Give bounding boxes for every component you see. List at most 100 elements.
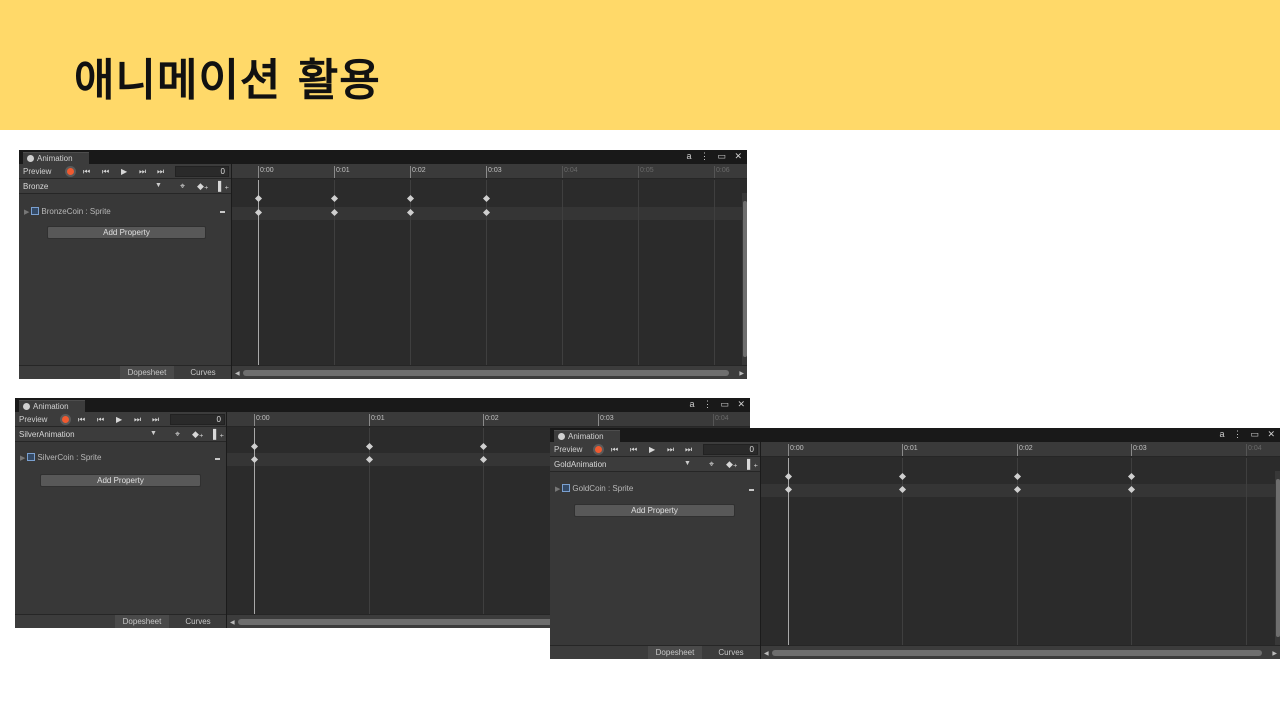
curves-tab[interactable]: Curves — [174, 615, 222, 628]
summary-keyframe[interactable] — [1127, 472, 1136, 481]
next-key-icon[interactable]: ⏭ — [134, 415, 141, 425]
tab-animation[interactable]: Animation — [19, 400, 85, 412]
prev-key-icon[interactable]: ⏮ — [630, 445, 637, 455]
dopesheet-tab[interactable]: Dopesheet — [120, 366, 174, 379]
time-ruler[interactable]: 0:00 0:01 0:02 0:03 0:04 — [227, 412, 750, 427]
record-button[interactable] — [60, 414, 71, 425]
time-ruler[interactable]: 0:00 0:01 0:02 0:03 0:04 — [761, 442, 1280, 457]
curves-tab[interactable]: Curves — [179, 366, 227, 379]
filter-icon[interactable]: ⌖ — [709, 459, 714, 470]
timeline-panel[interactable]: 0:00 0:01 0:02 0:03 0:04 ◀ ▶ — [761, 442, 1280, 659]
prev-key-icon[interactable]: ⏮ — [102, 167, 109, 177]
ruler-tick: 0:02 — [1017, 444, 1033, 456]
property-row[interactable]: ▶ GoldCoin : Sprite — [555, 484, 633, 493]
clock-icon — [558, 433, 565, 440]
add-event-icon[interactable]: ▌₊ — [218, 181, 229, 192]
first-key-icon[interactable]: ⏮ — [78, 415, 85, 425]
expand-icon[interactable]: ▶ — [555, 486, 560, 493]
scroll-right-icon[interactable]: ▶ — [739, 370, 744, 377]
time-ruler[interactable]: 0:00 0:01 0:02 0:03 0:04 0:05 0:06 — [232, 164, 747, 179]
last-key-icon[interactable]: ⏭ — [157, 167, 164, 177]
preview-button[interactable]: Preview — [19, 415, 47, 424]
tab-animation[interactable]: Animation — [554, 430, 620, 442]
property-row[interactable]: ▶ BronzeCoin : Sprite — [24, 207, 111, 216]
summary-keyframe[interactable] — [482, 194, 491, 203]
dopesheet-tab[interactable]: Dopesheet — [115, 615, 169, 628]
chevron-down-icon[interactable]: ▼ — [155, 182, 162, 189]
dopesheet-tab[interactable]: Dopesheet — [648, 646, 702, 659]
summary-keyframe[interactable] — [479, 442, 488, 451]
scroll-thumb[interactable] — [243, 370, 729, 376]
vertical-scrollbar[interactable] — [742, 193, 747, 365]
summary-keyframe[interactable] — [784, 472, 793, 481]
preview-button[interactable]: Preview — [554, 445, 582, 454]
property-row[interactable]: ▶ SilverCoin : Sprite — [20, 453, 101, 462]
scroll-thumb[interactable] — [1276, 479, 1280, 637]
timeline-panel[interactable]: 0:00 0:01 0:02 0:03 0:04 0:05 0:06 ◀ ▶ — [232, 164, 747, 379]
scroll-left-icon[interactable]: ◀ — [764, 650, 769, 657]
chevron-down-icon[interactable]: ▼ — [150, 430, 157, 437]
first-key-icon[interactable]: ⏮ — [83, 167, 90, 177]
curves-tab[interactable]: Curves — [707, 646, 755, 659]
horizontal-scrollbar[interactable]: ◀ ▶ — [761, 645, 1280, 659]
chevron-down-icon[interactable]: ▼ — [684, 460, 691, 467]
clip-selector[interactable]: GoldAnimation — [554, 460, 606, 469]
expand-icon[interactable]: ▶ — [24, 209, 29, 216]
remove-property-icon[interactable] — [220, 211, 225, 213]
add-keyframe-icon[interactable]: ◆₊ — [197, 181, 209, 192]
last-key-icon[interactable]: ⏭ — [152, 415, 159, 425]
grid-line — [562, 180, 563, 365]
filter-icon[interactable]: ⌖ — [175, 429, 180, 440]
scroll-thumb[interactable] — [743, 201, 747, 357]
next-key-icon[interactable]: ⏭ — [139, 167, 146, 177]
property-label: SilverCoin : Sprite — [37, 453, 102, 462]
frame-field[interactable]: 0 — [175, 166, 229, 177]
last-key-icon[interactable]: ⏭ — [685, 445, 692, 455]
add-property-button[interactable]: Add Property — [47, 226, 206, 239]
view-mode-bar: Dopesheet Curves — [550, 645, 760, 659]
add-event-icon[interactable]: ▌₊ — [747, 459, 758, 470]
remove-property-icon[interactable] — [749, 489, 754, 491]
add-event-icon[interactable]: ▌₊ — [213, 429, 224, 440]
clip-selector[interactable]: Bronze — [23, 182, 48, 191]
filter-icon[interactable]: ⌖ — [180, 181, 185, 192]
frame-field[interactable]: 0 — [703, 444, 758, 455]
expand-icon[interactable]: ▶ — [20, 455, 25, 462]
summary-keyframe[interactable] — [330, 194, 339, 203]
remove-property-icon[interactable] — [215, 458, 220, 460]
add-keyframe-icon[interactable]: ◆₊ — [192, 429, 204, 440]
vertical-scrollbar[interactable] — [1275, 471, 1280, 645]
window-controls[interactable]: a ⋮ ▭ ✕ — [686, 151, 745, 162]
record-button[interactable] — [593, 444, 604, 455]
add-keyframe-icon[interactable]: ◆₊ — [726, 459, 738, 470]
summary-keyframe[interactable] — [250, 442, 259, 451]
next-key-icon[interactable]: ⏭ — [667, 445, 674, 455]
animation-window-gold: Animation a ⋮ ▭ ✕ Preview ⏮ ⏮ ▶ ⏭ ⏭ 0 Go… — [550, 428, 1280, 659]
scroll-left-icon[interactable]: ◀ — [235, 370, 240, 377]
add-property-button[interactable]: Add Property — [574, 504, 735, 517]
tab-animation[interactable]: Animation — [23, 152, 89, 164]
window-controls[interactable]: a ⋮ ▭ ✕ — [1219, 429, 1278, 440]
tab-bar: Animation a ⋮ ▭ ✕ — [15, 398, 750, 412]
horizontal-scrollbar[interactable]: ◀ ▶ — [232, 365, 747, 379]
summary-keyframe[interactable] — [898, 472, 907, 481]
add-property-button[interactable]: Add Property — [40, 474, 201, 487]
play-icon[interactable]: ▶ — [116, 415, 122, 424]
first-key-icon[interactable]: ⏮ — [611, 445, 618, 455]
scroll-left-icon[interactable]: ◀ — [230, 619, 235, 626]
summary-keyframe[interactable] — [1013, 472, 1022, 481]
play-icon[interactable]: ▶ — [649, 445, 655, 454]
play-icon[interactable]: ▶ — [121, 167, 127, 176]
summary-keyframe[interactable] — [365, 442, 374, 451]
record-button[interactable] — [65, 166, 76, 177]
frame-field[interactable]: 0 — [170, 414, 225, 425]
clip-selector[interactable]: SilverAnimation — [19, 430, 75, 439]
preview-button[interactable]: Preview — [23, 167, 51, 176]
scroll-thumb[interactable] — [772, 650, 1262, 656]
ruler-tick: 0:00 — [258, 166, 274, 178]
window-controls[interactable]: a ⋮ ▭ ✕ — [689, 399, 748, 410]
summary-keyframe[interactable] — [406, 194, 415, 203]
summary-keyframe[interactable] — [254, 194, 263, 203]
scroll-right-icon[interactable]: ▶ — [1272, 650, 1277, 657]
prev-key-icon[interactable]: ⏮ — [97, 415, 104, 425]
